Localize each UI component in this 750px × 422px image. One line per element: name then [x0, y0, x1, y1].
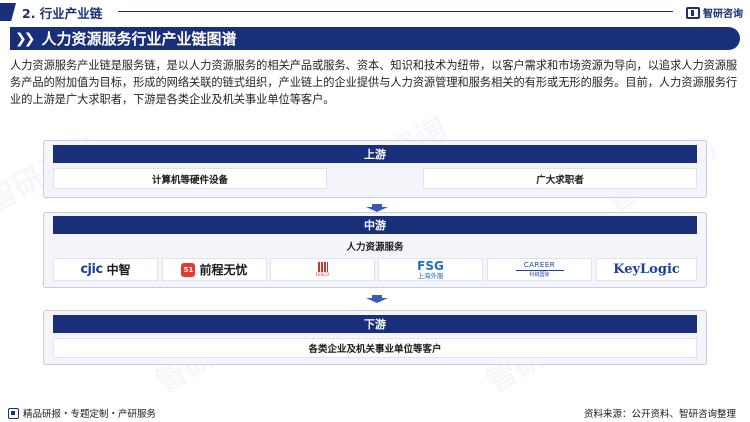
header-divider [118, 11, 673, 12]
page-header: 2. 行业产业链 智研咨询 [0, 0, 750, 24]
company-logo-cjic: cjic 中智 [53, 258, 158, 281]
keylogic-name: KeyLogic [613, 262, 680, 277]
section-tag: 2. 行业产业链 [0, 3, 102, 21]
downstream-item: 各类企业及机关事业单位等客户 [53, 338, 697, 358]
downstream-panel: 下游 各类企业及机关事业单位等客户 [43, 310, 707, 365]
career-sub: 科锐国际 [529, 272, 550, 278]
51job-mark-icon: 51 [181, 262, 196, 277]
source-note: 资料来源：公开资料、智研咨询整理 [583, 409, 736, 420]
page-title: 人力资源服务行业产业链图谱 [41, 30, 237, 48]
company-logo-keylogic: KeyLogic [596, 258, 697, 281]
brand: 智研咨询 [686, 5, 743, 20]
brand-name: 智研咨询 [703, 9, 743, 20]
flow-arrow-down-icon [366, 204, 388, 212]
midstream-sublabel: 人力资源服务 [346, 242, 404, 253]
title-bar: ❯❯ 人力资源服务行业产业链图谱 [10, 27, 740, 50]
company-logo-career: CAREER 科锐国际 [487, 258, 592, 281]
footer-tagline-text: 精品研报・专题定制・产研服务 [23, 409, 157, 420]
career-name: CAREER [523, 261, 556, 269]
flow-arrow-down-icon [366, 295, 388, 303]
company-logo-51job: 51 前程无忧 [162, 258, 267, 281]
fesco-mark-icon [317, 262, 328, 272]
51job-name: 前程无忧 [199, 263, 248, 277]
fsg-sub: 上海外服 [417, 271, 444, 280]
footer-tagline: 精品研报・专题定制・产研服务 [8, 406, 156, 420]
cjic-name: 中智 [106, 263, 131, 277]
fesco-name: FESCO [315, 272, 330, 277]
brand-logo-icon [686, 6, 700, 19]
section-label: 2. 行业产业链 [22, 5, 103, 21]
brand-logo-icon [8, 407, 19, 419]
upstream-item: 广大求职者 [423, 168, 697, 189]
downstream-header: 下游 [53, 315, 697, 333]
upstream-panel: 上游 计算机等硬件设备 广大求职者 [43, 140, 707, 198]
company-logo-fsg: FSG 上海外服 [378, 258, 483, 281]
career-rule [515, 270, 564, 271]
double-chevron-icon: ❯❯ [15, 30, 36, 47]
page-footer: 精品研报・专题定制・产研服务 资料来源：公开资料、智研咨询整理 [0, 404, 750, 422]
upstream-header: 上游 [53, 145, 697, 163]
intro-paragraph: 人力资源服务产业链是服务链，是以人力资源服务的相关产品或服务、资本、知识和技术为… [10, 59, 738, 107]
section-flag-icon [0, 3, 16, 21]
cjic-mark: cjic [80, 262, 103, 277]
upstream-item: 计算机等硬件设备 [53, 168, 327, 189]
company-logo-fesco: FESCO [270, 258, 375, 281]
fsg-name: FSG [417, 258, 444, 273]
midstream-header: 中游 [53, 216, 697, 234]
